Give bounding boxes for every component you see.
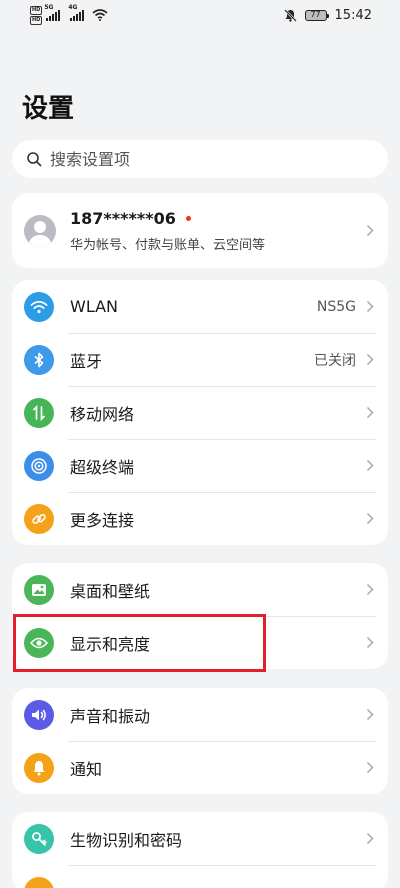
- link-icon: [24, 503, 54, 534]
- chevron-right-icon: [364, 707, 376, 723]
- account-card[interactable]: 187******06 华为帐号、付款与账单、云空间等: [12, 193, 388, 268]
- security-group: 生物识别和密码: [12, 812, 388, 888]
- settings-item-label: 更多连接: [70, 510, 135, 530]
- settings-item-label: WLAN: [70, 297, 119, 316]
- chevron-right-icon: [364, 582, 376, 598]
- signal-sim1-icon: 5G: [44, 4, 61, 21]
- settings-item-next-partial[interactable]: [12, 865, 388, 888]
- wifi-icon: [24, 291, 54, 322]
- mobile-data-icon: [24, 397, 54, 428]
- page-title: 设置: [22, 94, 75, 124]
- chevron-right-icon: [364, 458, 376, 474]
- search-bar[interactable]: [12, 140, 388, 178]
- settings-item-label: 桌面和壁纸: [70, 581, 151, 601]
- sound-icon: [24, 699, 54, 730]
- connectivity-group: WLAN NS5G 蓝牙 已关闭 移动网络 超级终端 更多连接: [12, 280, 388, 545]
- signal-sim2-icon: 4G: [68, 4, 85, 21]
- hd-badge-sim2: HD: [30, 15, 43, 25]
- chevron-right-icon: [364, 760, 376, 776]
- chevron-right-icon: [364, 352, 376, 368]
- settings-item-wallpaper[interactable]: 桌面和壁纸: [12, 563, 388, 616]
- settings-item-value: 已关闭: [314, 352, 356, 369]
- settings-item-more-connections[interactable]: 更多连接: [12, 492, 388, 545]
- wallpaper-icon: [24, 574, 54, 605]
- settings-item-sound[interactable]: 声音和振动: [12, 688, 388, 741]
- highlight-box: [13, 614, 266, 672]
- battery-icon: 77: [304, 9, 329, 21]
- chevron-right-icon: [364, 831, 376, 847]
- clock: 15:42: [334, 7, 372, 23]
- partial-item-icon: [24, 876, 54, 888]
- chevron-right-icon: [364, 223, 376, 239]
- settings-item-label: 蓝牙: [70, 351, 103, 371]
- settings-item-label: 生物识别和密码: [70, 830, 183, 850]
- settings-item-biometrics[interactable]: 生物识别和密码: [12, 812, 388, 865]
- settings-item-notifications[interactable]: 通知: [12, 741, 388, 794]
- notification-dot: [185, 215, 191, 221]
- search-input[interactable]: [50, 149, 350, 169]
- chevron-right-icon: [364, 635, 376, 651]
- bell-icon: [24, 752, 54, 783]
- wifi-status-icon: [92, 9, 108, 21]
- mute-icon: [283, 8, 297, 22]
- sound-notification-group: 声音和振动 通知: [12, 688, 388, 794]
- settings-item-mobile-network[interactable]: 移动网络: [12, 386, 388, 439]
- status-bar: HD HD 5G 4G 77 15:42: [0, 0, 400, 30]
- super-device-icon: [24, 450, 54, 481]
- settings-item-label: 移动网络: [70, 404, 135, 424]
- settings-item-label: 通知: [70, 759, 103, 779]
- account-subtitle: 华为帐号、付款与账单、云空间等: [70, 237, 266, 253]
- avatar: [24, 214, 56, 247]
- chevron-right-icon: [364, 405, 376, 421]
- search-icon: [27, 152, 42, 167]
- settings-item-label: 声音和振动: [70, 706, 151, 726]
- bluetooth-icon: [24, 344, 54, 375]
- chevron-right-icon: [364, 511, 376, 527]
- hd-badge-sim1: HD: [30, 5, 43, 15]
- account-name: 187******06: [70, 208, 176, 228]
- settings-item-super-device[interactable]: 超级终端: [12, 439, 388, 492]
- settings-item-wlan[interactable]: WLAN NS5G: [12, 280, 388, 333]
- settings-item-bluetooth[interactable]: 蓝牙 已关闭: [12, 333, 388, 386]
- key-icon: [24, 823, 54, 854]
- settings-item-value: NS5G: [316, 298, 356, 315]
- chevron-right-icon: [364, 299, 376, 315]
- settings-item-label: 超级终端: [70, 457, 135, 477]
